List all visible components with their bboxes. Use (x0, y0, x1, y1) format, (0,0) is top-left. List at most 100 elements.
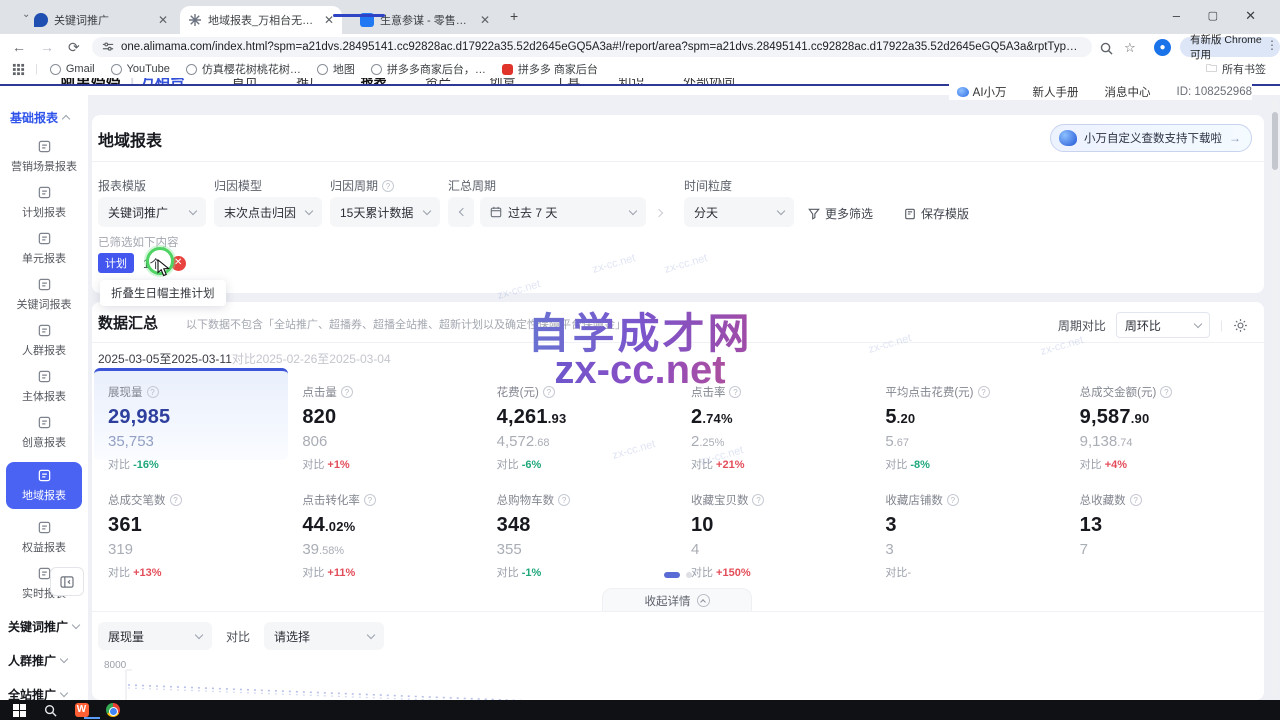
sidebar-item-unit-report[interactable]: 单元报表 (0, 231, 88, 266)
all-bookmarks-button[interactable]: 🗀所有书签 (1206, 60, 1266, 79)
collapse-details-button[interactable]: 收起详情 (602, 588, 752, 612)
sidebar-collapse-button[interactable] (50, 567, 84, 596)
compare-select[interactable]: 周环比 (1116, 312, 1210, 338)
newbie-manual-link[interactable]: 新人手册 (1033, 84, 1079, 100)
window-maximize-button[interactable]: ▢ (1208, 9, 1218, 22)
tab-close-icon[interactable]: ✕ (158, 14, 168, 26)
sidebar-section-audience-promotion[interactable]: 人群推广 (0, 652, 88, 669)
sidebar-item-keyword-report[interactable]: 关键词报表 (0, 277, 88, 312)
tab-close-icon[interactable]: ✕ (480, 14, 490, 26)
site-settings-icon[interactable] (102, 41, 114, 53)
template-select[interactable]: 关键词推广 (98, 197, 206, 227)
wps-app-icon[interactable]: W (74, 703, 89, 718)
app-header: ⸬ 阿里妈妈 ⼁万相台 首页 推广 报表 资产 创意 工具 知识 外部协同 AI… (0, 78, 1280, 95)
sidebar-item-creative-report[interactable]: 创意报表 (0, 415, 88, 450)
summary-date-range: 2025-03-05至2025-03-11对比2025-02-26至2025-0… (98, 350, 391, 367)
window-minimize-button[interactable]: – (1173, 8, 1180, 23)
metric-card-clicks[interactable]: 点击量? 820 806 对比 +1% (288, 368, 482, 460)
chevron-down-icon (423, 206, 431, 214)
metric-card-avg-cpc[interactable]: 平均点击花费(元)? 5.20 5.67 对比 -8% (871, 368, 1065, 460)
metric-card-carts[interactable]: 总购物车数? 348 355 对比 -1% (483, 476, 677, 568)
sidebar-group-basic-reports[interactable]: 基础报表 (0, 95, 88, 128)
metric-card-cvr[interactable]: 点击转化率? 44.02% 39.58% 对比 +11% (288, 476, 482, 568)
sidebar-item-marketing-scene-report[interactable]: 营销场景报表 (0, 139, 88, 174)
report-icon (37, 277, 52, 292)
save-template-button[interactable]: 保存模版 (904, 205, 969, 222)
profile-avatar[interactable]: ● (1154, 39, 1171, 56)
window-close-button[interactable]: ✕ (1245, 8, 1256, 24)
sidebar-section-keyword-promotion[interactable]: 关键词推广 (0, 618, 88, 635)
metric-card-item-favorites[interactable]: 收藏宝贝数? 10 4 对比 +150% (677, 476, 871, 568)
folder-icon: 🗀 (1206, 60, 1217, 79)
sidebar-section-sitewide-promotion[interactable]: 全站推广 (0, 686, 88, 700)
metric-card-orders[interactable]: 总成交笔数? 361 319 对比 +13% (94, 476, 288, 568)
scrollbar-thumb[interactable] (1272, 112, 1278, 170)
bookmark-pdd-backend[interactable]: 拼多多 商家后台 (502, 61, 598, 77)
header-right-links: AI小万 新人手册 消息中心 ID: 108252968 (949, 84, 1252, 100)
help-icon: ? (558, 494, 570, 506)
message-center-link[interactable]: 消息中心 (1105, 84, 1151, 100)
chevron-down-icon (305, 206, 313, 214)
sidebar-item-plan-report[interactable]: 计划报表 (0, 185, 88, 220)
browser-tab[interactable]: 关键词推广 ✕ (26, 6, 176, 34)
chart-compare-select[interactable]: 请选择 (264, 622, 384, 650)
card-pagination (92, 572, 1264, 578)
tab-title: 生意参谋 - 零售电商大数据产… (380, 12, 474, 28)
metric-card-impressions[interactable]: 展现量? 29,985 35,753 对比 -16% (94, 368, 288, 460)
chevron-down-icon (189, 206, 197, 214)
sidebar-item-area-report[interactable]: 地域报表 (6, 462, 82, 509)
more-filters-button[interactable]: 更多筛选 (808, 205, 873, 222)
settings-gear-icon[interactable] (1233, 318, 1248, 333)
chevron-down-icon (777, 206, 785, 214)
page-dot[interactable] (686, 572, 692, 578)
apps-grid-icon[interactable] (12, 63, 25, 76)
active-app-indicator (84, 717, 100, 719)
scrollbar-track[interactable] (1272, 100, 1278, 696)
new-tab-button[interactable]: + (510, 8, 518, 24)
chart-metric-select[interactable]: 展现量 (98, 622, 212, 650)
ai-xiaowan-button[interactable]: AI小万 (957, 84, 1007, 100)
browser-tab[interactable]: 生意参谋 - 零售电商大数据产… ✕ (352, 6, 498, 34)
taskbar-search-icon[interactable] (43, 703, 58, 718)
url-field[interactable]: one.alimama.com/index.html?spm=a21dvs.28… (92, 37, 1092, 57)
page-dot-active[interactable] (664, 572, 680, 578)
chevron-down-icon (1194, 319, 1202, 327)
date-range-select[interactable]: 过去 7 天 (480, 197, 646, 227)
next-period-button[interactable] (656, 203, 662, 221)
granularity-select[interactable]: 分天 (684, 197, 794, 227)
prev-period-button[interactable] (448, 197, 474, 227)
browser-tab-strip: ⌄ 关键词推广 ✕ 地域报表_万相台无界版 ✕ 生意参谋 - 零售电商大数据产…… (0, 0, 1280, 34)
metric-card-shop-favorites[interactable]: 收藏店铺数? 3 3 对比- (871, 476, 1065, 568)
back-button[interactable]: ← (12, 39, 26, 55)
bookmark-gmail[interactable]: Gmail (50, 63, 95, 75)
reload-button[interactable]: ⟳ (68, 39, 80, 56)
browser-tab-active[interactable]: 地域报表_万相台无界版 ✕ (180, 6, 342, 34)
metric-card-ctr[interactable]: 点击率? 2.74% 2.25% 对比 +21% (677, 368, 871, 460)
plan-chip[interactable]: 计划 (98, 253, 134, 273)
metric-card-gmv[interactable]: 总成交金额(元)? 9,587.90 9,138.74 对比 +4% (1066, 368, 1260, 460)
chrome-update-chip[interactable]: 有新版 Chrome 可用 (1180, 37, 1280, 57)
bookmark-star-icon[interactable]: ☆ (1124, 40, 1136, 56)
sidebar-item-rights-report[interactable]: 权益报表 (0, 520, 88, 555)
attribution-model-select[interactable]: 末次点击归因 (214, 197, 322, 227)
help-icon: ? (947, 494, 959, 506)
start-button[interactable] (12, 703, 27, 718)
chevron-up-circle-icon (697, 594, 710, 607)
metric-card-total-favorites[interactable]: 总收藏数? 13 7 (1066, 476, 1260, 568)
bookmarks-bar: | Gmail YouTube 仿真樱花树桃花树… 地图 拼多多商家后台，… 拼… (0, 60, 1280, 78)
bookmark-pdd-seller[interactable]: 拼多多商家后台，… (371, 61, 486, 77)
sidebar-item-subject-report[interactable]: 主体报表 (0, 369, 88, 404)
bookmark-youtube[interactable]: YouTube (111, 63, 170, 75)
chrome-app-icon[interactable] (105, 703, 120, 718)
attribution-cycle-select[interactable]: 15天累计数据 (330, 197, 440, 227)
bookmark-sakura[interactable]: 仿真樱花树桃花树… (186, 61, 301, 77)
browser-menu-icon[interactable]: ⋮ (1266, 38, 1278, 52)
help-icon: ? (752, 494, 764, 506)
forward-button[interactable]: → (40, 39, 54, 55)
zoom-icon[interactable] (1100, 42, 1113, 55)
xiaowan-download-banner[interactable]: 小万自定义查数支持下载啦 → (1050, 124, 1252, 152)
sidebar-item-audience-report[interactable]: 人群报表 (0, 323, 88, 358)
bookmark-maps[interactable]: 地图 (317, 61, 355, 77)
metric-card-cost[interactable]: 花费(元)? 4,261.93 4,572.68 对比 -6% (483, 368, 677, 460)
help-icon: ? (364, 494, 376, 506)
